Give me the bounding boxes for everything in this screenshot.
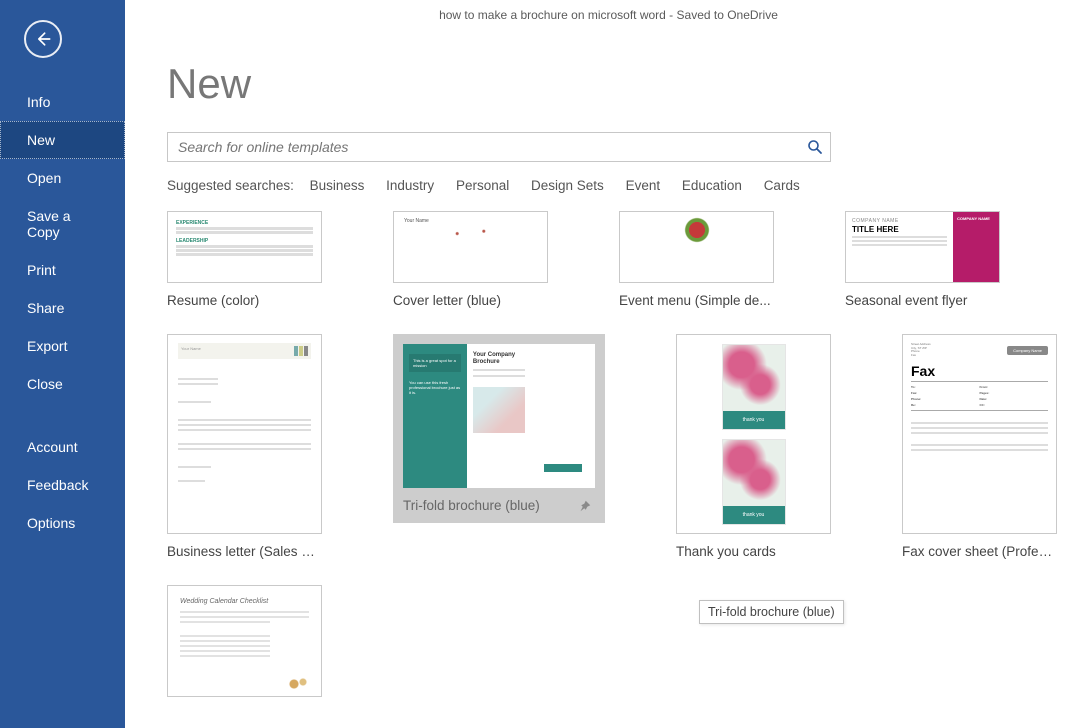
search-input[interactable]	[168, 139, 800, 155]
template-thank-you-cards[interactable]: thank you thank you Thank you cards	[676, 334, 831, 559]
nav-export[interactable]: Export	[0, 327, 125, 365]
window-title: how to make a brochure on microsoft word…	[125, 8, 1092, 22]
template-thumbnail: thank you thank you	[676, 334, 831, 534]
suggested-cards[interactable]: Cards	[764, 178, 800, 193]
main-area: how to make a brochure on microsoft word…	[125, 0, 1092, 728]
template-caption: Tri-fold brochure (blue)	[403, 498, 595, 513]
suggested-business[interactable]: Business	[310, 178, 365, 193]
back-button[interactable]	[24, 20, 62, 58]
template-thumbnail: Your Name	[167, 334, 322, 534]
nav-options[interactable]: Options	[0, 504, 125, 542]
page-title: New	[167, 60, 1092, 108]
template-business-letter[interactable]: Your Name Business letter (Sales St...	[167, 334, 322, 559]
template-search	[167, 132, 831, 162]
template-caption: Business letter (Sales St...	[167, 544, 322, 559]
template-thumbnail: Your Name	[393, 211, 548, 283]
nav-feedback[interactable]: Feedback	[0, 466, 125, 504]
nav-print[interactable]: Print	[0, 251, 125, 289]
search-icon	[807, 139, 823, 155]
template-cover-letter-blue[interactable]: Your Name Cover letter (blue)	[393, 211, 548, 308]
arrow-left-icon	[33, 29, 53, 49]
suggested-label: Suggested searches:	[167, 178, 294, 193]
template-thumbnail	[619, 211, 774, 283]
backstage-sidebar: Info New Open Save a Copy Print Share Ex…	[0, 0, 125, 728]
nav-account[interactable]: Account	[0, 428, 125, 466]
nav-list-upper: Info New Open Save a Copy Print Share Ex…	[0, 83, 125, 542]
suggested-design-sets[interactable]: Design Sets	[531, 178, 604, 193]
template-thumbnail: EXPERIENCE LEADERSHIP	[167, 211, 322, 283]
template-thumbnail: Street AddressCity, ST ZIPPhoneFax Compa…	[902, 334, 1057, 534]
template-wedding-checklist[interactable]: Wedding Calendar Checklist	[167, 585, 322, 697]
nav-save-copy[interactable]: Save a Copy	[0, 197, 125, 251]
nav-open[interactable]: Open	[0, 159, 125, 197]
template-seasonal-event-flyer[interactable]: COMPANY NAME TITLE HERE COMPANY NAME Sea…	[845, 211, 1000, 308]
template-fax-cover-sheet[interactable]: Street AddressCity, ST ZIPPhoneFax Compa…	[902, 334, 1057, 559]
template-thumbnail: This is a great spot for a mission You c…	[403, 344, 595, 488]
template-event-menu[interactable]: Event menu (Simple de...	[619, 211, 774, 308]
nav-new[interactable]: New	[0, 121, 125, 159]
template-caption: Thank you cards	[676, 544, 831, 559]
tooltip: Tri-fold brochure (blue)	[699, 600, 844, 624]
template-resume-color[interactable]: EXPERIENCE LEADERSHIP Resume (color)	[167, 211, 322, 308]
template-caption: Cover letter (blue)	[393, 293, 548, 308]
suggested-education[interactable]: Education	[682, 178, 742, 193]
template-caption: Event menu (Simple de...	[619, 293, 774, 308]
template-caption: Seasonal event flyer	[845, 293, 1000, 308]
search-button[interactable]	[800, 133, 830, 161]
suggested-event[interactable]: Event	[626, 178, 661, 193]
template-thumbnail: COMPANY NAME TITLE HERE COMPANY NAME	[845, 211, 1000, 283]
nav-share[interactable]: Share	[0, 289, 125, 327]
template-thumbnail: Wedding Calendar Checklist	[167, 585, 322, 697]
template-caption: Fax cover sheet (Profess...	[902, 544, 1057, 559]
pin-icon[interactable]	[579, 500, 591, 515]
suggested-personal[interactable]: Personal	[456, 178, 509, 193]
template-caption: Resume (color)	[167, 293, 322, 308]
suggested-industry[interactable]: Industry	[386, 178, 434, 193]
nav-info[interactable]: Info	[0, 83, 125, 121]
nav-close[interactable]: Close	[0, 365, 125, 403]
suggested-searches: Suggested searches: Business Industry Pe…	[167, 178, 1092, 193]
template-trifold-brochure[interactable]: This is a great spot for a mission You c…	[393, 334, 605, 559]
template-gallery: EXPERIENCE LEADERSHIP Resume (color) You…	[167, 211, 1092, 697]
